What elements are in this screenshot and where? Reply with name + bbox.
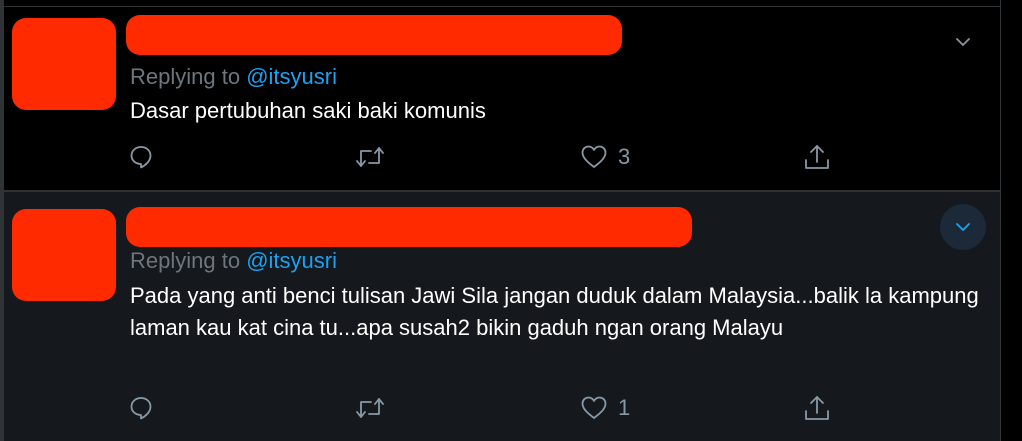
tweet-menu-button[interactable]: [940, 204, 986, 250]
replying-to-handle[interactable]: @itsyusri: [246, 64, 337, 89]
replying-to-line: Replying to @itsyusri: [130, 64, 337, 90]
replying-to-label: Replying to: [130, 64, 241, 89]
author-name-redacted[interactable]: [126, 15, 622, 55]
tweet-text: Pada yang anti benci tulisan Jawi Sila j…: [130, 283, 979, 340]
share-icon: [805, 145, 829, 169]
timeline: Replying to @itsyusri Dasar pertubuhan s…: [0, 0, 1022, 441]
replying-to-handle[interactable]: @itsyusri: [246, 248, 337, 273]
replying-to-label: Replying to: [130, 248, 241, 273]
reply-button[interactable]: [128, 388, 154, 428]
avatar-redacted[interactable]: [12, 18, 116, 110]
tweet-actions: 3: [4, 137, 1000, 177]
heart-icon: [581, 145, 607, 168]
chevron-down-icon: [956, 38, 970, 46]
retweet-button[interactable]: [354, 137, 386, 177]
share-icon: [805, 396, 829, 420]
share-button[interactable]: [802, 388, 832, 428]
share-button[interactable]: [802, 137, 832, 177]
heart-icon: [581, 396, 607, 419]
retweet-button[interactable]: [354, 388, 386, 428]
column-border-right: [1000, 0, 1022, 441]
tweet-menu-button[interactable]: [940, 19, 986, 65]
author-name-redacted[interactable]: [126, 207, 692, 247]
like-button[interactable]: 1: [580, 388, 630, 428]
like-count: 1: [618, 395, 631, 420]
avatar-redacted[interactable]: [12, 209, 116, 301]
retweet-icon: [356, 147, 384, 167]
reply-icon: [130, 146, 152, 169]
chevron-down-icon: [956, 223, 970, 231]
tweet[interactable]: Replying to @itsyusri Dasar pertubuhan s…: [4, 6, 1000, 190]
tweet-text: Dasar pertubuhan saki baki komunis: [130, 98, 486, 123]
like-count: 3: [618, 144, 631, 169]
reply-icon: [130, 397, 152, 420]
like-button[interactable]: 3: [580, 137, 630, 177]
tweet-actions: 1: [4, 388, 1000, 428]
tweet[interactable]: Replying to @itsyusri Pada yang anti ben…: [4, 191, 1000, 441]
reply-button[interactable]: [128, 137, 154, 177]
retweet-icon: [356, 398, 384, 418]
replying-to-line: Replying to @itsyusri: [130, 248, 337, 274]
